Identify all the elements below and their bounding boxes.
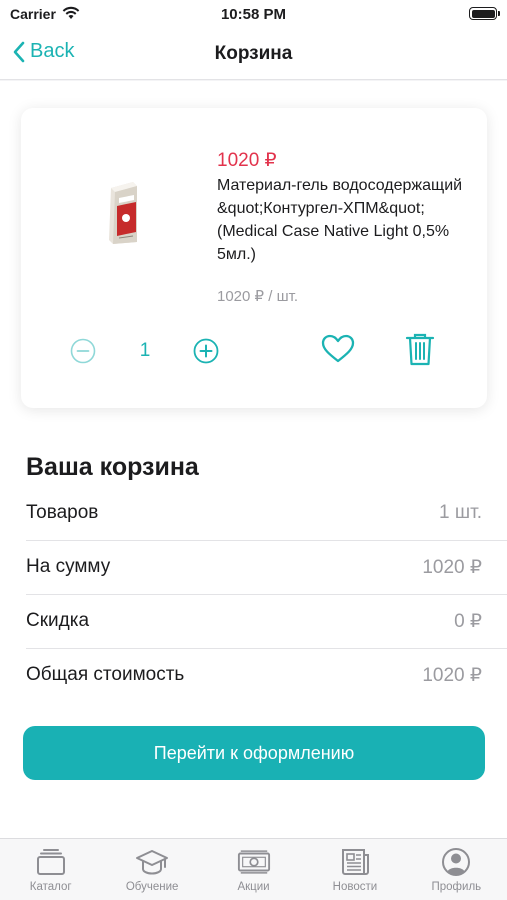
quantity-value: 1 [139,340,151,361]
product-name[interactable]: Материал-гель водосодержащий &quot;Конту… [217,174,467,266]
summary-value: 1020 ₽ [422,665,482,686]
tab-bar: Каталог Обучение Акции Новости Профиль [0,838,507,900]
status-time: 10:58 PM [220,6,287,23]
product-price: 1020 ₽ [217,150,277,171]
summary-label: Общая стоимость [26,664,185,685]
profile-icon [442,848,471,876]
tab-education[interactable]: Обучение [101,839,202,900]
summary-row-items: Товаров 1 шт. [26,487,507,541]
product-unit-price: 1020 ₽ / шт. [217,288,298,305]
product-image[interactable] [105,178,141,246]
tab-label: Каталог [29,881,72,893]
tab-label: Акции [237,881,270,893]
tab-label: Профиль [431,881,482,893]
page-title: Корзина [214,43,293,64]
summary-value: 1020 ₽ [422,557,482,578]
heart-icon[interactable] [321,334,355,364]
status-bar: Carrier 10:58 PM [0,0,507,30]
summary-label: Товаров [26,502,99,523]
newspaper-icon [341,849,369,875]
summary-value: 0 ₽ [454,611,482,632]
checkout-button[interactable]: Перейти к оформлению [23,726,485,780]
summary-value: 1 шт. [439,502,482,523]
summary-label: Скидка [26,610,90,631]
navigation-bar: Back Корзина [0,30,507,80]
summary-row-sum: На сумму 1020 ₽ [26,541,507,595]
battery-icon [469,7,500,20]
cart-item-card: 1020 ₽ Материал-гель водосодержащий &quo… [21,108,487,408]
catalog-icon [36,849,65,875]
summary-row-discount: Скидка 0 ₽ [26,595,507,649]
tab-news[interactable]: Новости [304,839,405,900]
tab-label: Обучение [125,881,179,893]
tab-label: Новости [332,881,378,893]
cart-content: 1020 ₽ Материал-гель водосодержащий &quo… [0,81,507,838]
summary-row-total: Общая стоимость 1020 ₽ [26,649,507,703]
tab-profile[interactable]: Профиль [406,839,507,900]
increase-quantity-button[interactable] [193,338,219,364]
tab-promotions[interactable]: Акции [203,839,304,900]
tab-catalog[interactable]: Каталог [0,839,101,900]
summary-title: Ваша корзина [26,453,199,481]
graduation-cap-icon [136,850,169,875]
decrease-quantity-button[interactable] [70,338,96,364]
summary-label: На сумму [26,556,111,577]
money-icon [237,850,270,874]
trash-icon[interactable] [405,332,435,366]
